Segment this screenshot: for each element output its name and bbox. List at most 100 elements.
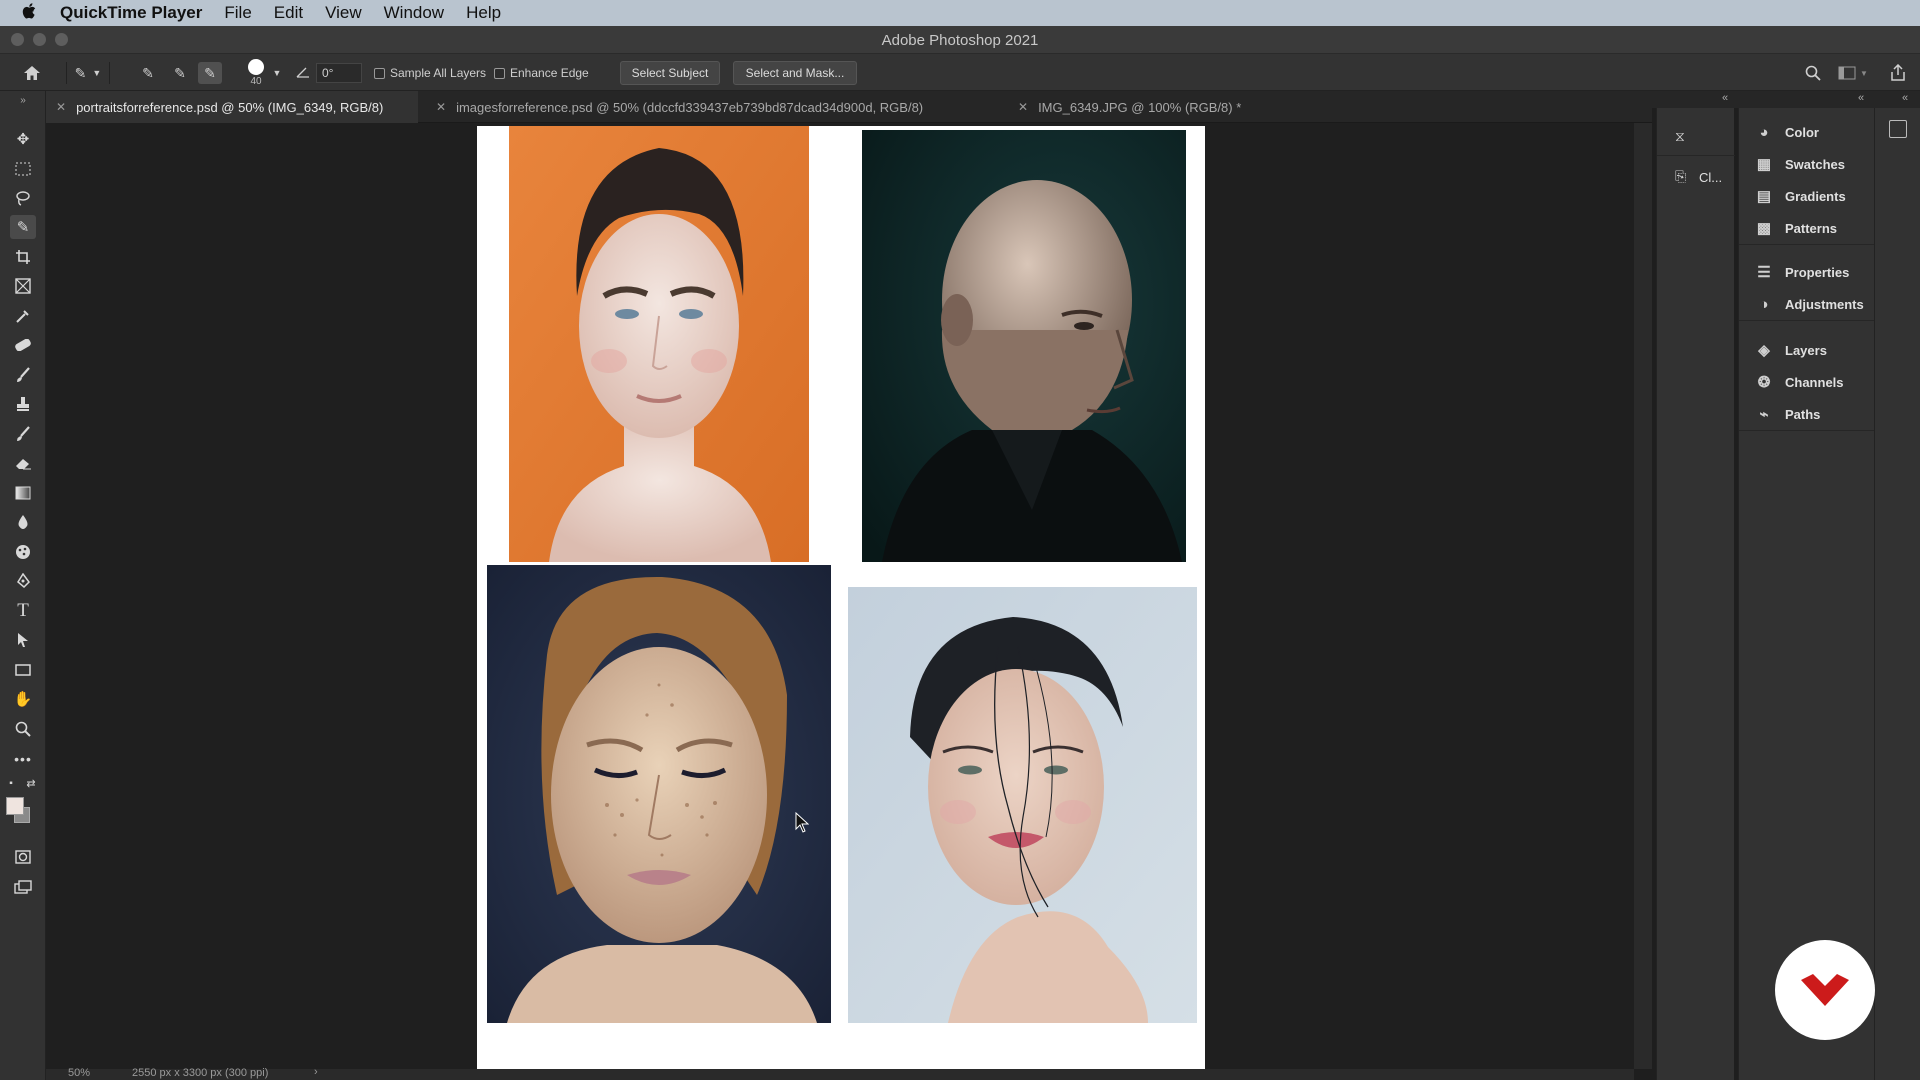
select-subject-button[interactable]: Select Subject [620, 61, 720, 85]
angle-input[interactable]: 0° [316, 63, 362, 83]
tab-img-6349[interactable]: ✕ IMG_6349.JPG @ 100% (RGB/8) * [1012, 91, 1272, 123]
subtract-from-selection-icon[interactable]: ✎ [198, 62, 222, 84]
panel-label: Properties [1785, 264, 1850, 280]
collapse-panels-icon[interactable]: « [1858, 92, 1864, 104]
tool-preset-picker[interactable]: ✎ ▼ [66, 62, 110, 84]
quick-mask-icon[interactable] [10, 845, 36, 869]
panel-paths[interactable]: ⌁ Paths [1739, 398, 1875, 430]
portrait-photo-navy-freckles[interactable] [487, 565, 831, 1023]
search-icon[interactable] [1802, 62, 1824, 84]
screen-mode-icon[interactable] [10, 875, 36, 899]
history-panel-button[interactable]: ⧖ [1657, 118, 1735, 156]
panel-patterns[interactable]: ▩ Patterns [1739, 212, 1875, 244]
home-icon[interactable] [20, 62, 44, 84]
panel-gradients[interactable]: ▤ Gradients [1739, 180, 1875, 212]
libraries-icon[interactable] [1889, 120, 1907, 138]
zoom-level[interactable]: 50% [68, 1067, 90, 1079]
app-name[interactable]: QuickTime Player [60, 3, 202, 23]
quick-selection-icon: ✎ [74, 64, 87, 81]
portrait-photo-pale-blue[interactable] [848, 587, 1197, 1023]
canvas-vertical-scrollbar[interactable] [1634, 123, 1652, 1069]
healing-brush-tool-icon[interactable] [10, 333, 36, 357]
tab-label: imagesforreference.psd @ 50% (ddccfd3394… [456, 99, 924, 115]
rectangle-tool-icon[interactable] [10, 658, 36, 682]
chevron-down-icon: ▼ [1860, 68, 1868, 78]
clone-source-label: Cl... [1699, 170, 1723, 185]
crop-tool-icon[interactable] [10, 245, 36, 269]
sample-all-layers-checkbox[interactable]: Sample All Layers [374, 64, 486, 82]
menu-help[interactable]: Help [466, 3, 501, 23]
pattern-icon: ▩ [1756, 220, 1772, 237]
eyedropper-tool-icon[interactable] [10, 304, 36, 328]
panel-swatches[interactable]: ▦ Swatches [1739, 148, 1875, 180]
path-selection-tool-icon[interactable] [10, 628, 36, 652]
brush-size-picker[interactable]: 40 [243, 57, 269, 89]
angle-value: 0° [322, 66, 334, 80]
default-colors-icon[interactable]: ▪ [4, 776, 18, 790]
panel-layers[interactable]: ◈ Layers [1739, 334, 1875, 366]
panel-properties[interactable]: ☰ Properties [1739, 256, 1875, 288]
portrait-photo-dark-teal[interactable] [862, 130, 1186, 562]
lasso-tool-icon[interactable] [10, 186, 36, 210]
enhance-edge-checkbox[interactable]: Enhance Edge [494, 64, 589, 82]
blur-tool-icon[interactable] [10, 510, 36, 534]
marquee-tool-icon[interactable] [10, 157, 36, 181]
select-and-mask-button[interactable]: Select and Mask... [733, 61, 857, 85]
workspace-switcher-icon[interactable]: ▼ [1838, 62, 1868, 84]
adjustments-icon: ◑ [1759, 295, 1769, 313]
clone-stamp-tool-icon[interactable] [10, 392, 36, 416]
brush-tool-icon[interactable] [10, 363, 36, 387]
close-tab-icon[interactable]: ✕ [436, 100, 446, 114]
frame-tool-icon[interactable] [10, 274, 36, 298]
menu-file[interactable]: File [224, 3, 251, 23]
collapse-panels-icon[interactable]: « [1902, 92, 1908, 104]
new-selection-icon[interactable]: ✎ [136, 62, 160, 84]
sample-all-layers-label: Sample All Layers [390, 66, 487, 80]
foreground-color-swatch[interactable] [6, 797, 24, 815]
expand-toolbar-icon[interactable]: » [10, 95, 36, 106]
panel-dock: ◕ Color ▦ Swatches ▤ Gradients ▩ Pattern… [1738, 108, 1875, 1080]
menu-view[interactable]: View [325, 3, 362, 23]
close-tab-icon[interactable]: ✕ [56, 100, 66, 114]
zoom-tool-icon[interactable] [10, 717, 36, 741]
tab-portraitsforreference[interactable]: ✕ portraitsforreference.psd @ 50% (IMG_6… [46, 91, 418, 123]
document-canvas[interactable] [477, 126, 1205, 1069]
panel-label: Layers [1785, 342, 1827, 358]
history-brush-tool-icon[interactable] [10, 422, 36, 446]
panel-color[interactable]: ◕ Color [1739, 116, 1875, 148]
tools-panel: » ✥ ✎ T ✋ ••• ▪ ⇄ [0, 91, 46, 1080]
document-size[interactable]: 2550 px x 3300 px (300 ppi) [132, 1067, 268, 1079]
chevron-right-icon[interactable]: › [314, 1066, 318, 1078]
clone-source-panel-button[interactable]: ⎘ Cl... [1657, 158, 1735, 196]
chevron-down-icon[interactable]: ▼ [272, 66, 282, 80]
hand-tool-icon[interactable]: ✋ [10, 687, 36, 711]
window-titlebar: Adobe Photoshop 2021 [0, 26, 1920, 54]
close-tab-icon[interactable]: ✕ [1018, 100, 1028, 114]
panel-label: Color [1785, 124, 1819, 140]
checkbox-box [494, 67, 505, 79]
tab-imagesforreference[interactable]: ✕ imagesforreference.psd @ 50% (ddccfd33… [430, 91, 1000, 123]
panel-adjustments[interactable]: ◑ Adjustments [1739, 288, 1875, 320]
panel-label: Gradients [1785, 188, 1846, 204]
gradient-tool-icon[interactable] [10, 481, 36, 505]
apple-menu-icon[interactable] [0, 2, 60, 25]
more-tools-icon[interactable]: ••• [10, 747, 36, 771]
tab-label: portraitsforreference.psd @ 50% (IMG_634… [76, 99, 384, 115]
add-to-selection-icon[interactable]: ✎ [168, 62, 192, 84]
panel-channels[interactable]: ❂ Channels [1739, 366, 1875, 398]
type-tool-icon[interactable]: T [10, 599, 36, 623]
quick-selection-tool-icon[interactable]: ✎ [10, 215, 36, 239]
collapse-panels-icon[interactable]: « [1722, 92, 1728, 104]
sponge-tool-icon[interactable] [10, 540, 36, 564]
pen-tool-icon[interactable] [10, 569, 36, 593]
collapsed-panel-column: ⧖ ⎘ Cl... [1656, 108, 1735, 1080]
move-tool-icon[interactable]: ✥ [10, 127, 36, 151]
share-icon[interactable] [1886, 61, 1910, 85]
menu-window[interactable]: Window [384, 3, 444, 23]
menu-edit[interactable]: Edit [274, 3, 303, 23]
mouse-cursor-icon [795, 811, 810, 839]
swap-colors-icon[interactable]: ⇄ [24, 776, 38, 790]
logo-mark-icon [1801, 974, 1849, 1006]
eraser-tool-icon[interactable] [10, 451, 36, 475]
portrait-photo-orange[interactable] [509, 126, 809, 562]
